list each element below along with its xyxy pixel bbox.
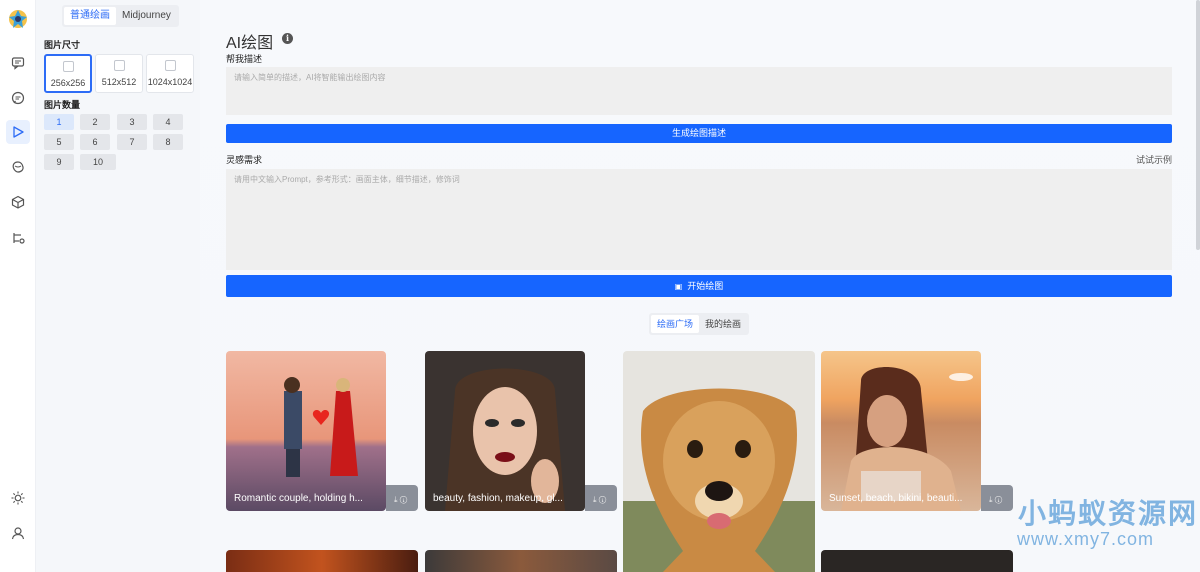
- size-option-label: 256x256: [50, 78, 86, 88]
- user-icon[interactable]: [6, 521, 30, 545]
- gallery-card[interactable]: [623, 351, 815, 572]
- count-option[interactable]: 7: [117, 134, 147, 150]
- count-option[interactable]: 2: [80, 114, 110, 130]
- size-option-256[interactable]: 256x256: [44, 54, 92, 93]
- caption-text: Romantic couple, holding h...: [234, 492, 363, 504]
- brain-icon[interactable]: [6, 155, 30, 179]
- count-label: 图片数量: [44, 100, 81, 110]
- tab-normal-draw[interactable]: 普通绘画: [64, 7, 116, 25]
- watermark-text: 小蚂蚁资源网: [1018, 498, 1199, 529]
- download-info-icons[interactable]: ⤓ ⓘ: [394, 495, 407, 504]
- count-option[interactable]: 5: [44, 134, 74, 150]
- app-logo-icon[interactable]: [7, 8, 29, 30]
- start-drawing-label: 开始绘图: [687, 281, 724, 291]
- card-caption: Romantic couple, holding h...: [226, 485, 386, 511]
- chat-icon[interactable]: [6, 51, 30, 75]
- draw-icon[interactable]: [6, 120, 30, 144]
- watermark-url: www.xmy7.com: [1017, 529, 1155, 549]
- size-checkbox[interactable]: [113, 60, 125, 71]
- tab-gallery-square[interactable]: 绘画广场: [651, 315, 700, 333]
- count-option[interactable]: 8: [153, 134, 183, 150]
- gallery-card[interactable]: [425, 550, 617, 572]
- tab-my-drawings[interactable]: 我的绘画: [699, 315, 747, 333]
- size-checkbox[interactable]: [62, 61, 74, 72]
- tab-midjourney[interactable]: Midjourney: [116, 7, 177, 25]
- prompt-input[interactable]: 请用中文输入Prompt，参考形式：画面主体，细节描述，修饰词: [226, 169, 1172, 270]
- size-option-label: 1024x1024: [147, 77, 193, 87]
- card-caption: beauty, fashion, makeup, gl...: [425, 485, 585, 511]
- help-describe-input[interactable]: 请输入简单的描述，AI将智能输出绘图内容: [226, 67, 1172, 115]
- flow-icon[interactable]: [6, 226, 30, 250]
- size-option-label: 512x512: [101, 77, 137, 87]
- download-info-icons[interactable]: ⤓ ⓘ: [989, 495, 1002, 504]
- generate-description-button[interactable]: 生成绘图描述: [226, 124, 1172, 143]
- size-option-512[interactable]: 512x512: [95, 54, 143, 93]
- count-option[interactable]: 4: [153, 114, 183, 130]
- count-option[interactable]: 10: [80, 154, 116, 170]
- gallery-card[interactable]: beauty, fashion, makeup, gl...: [425, 351, 585, 511]
- gallery-card[interactable]: [821, 550, 1013, 572]
- page-title: AI绘图: [226, 35, 274, 52]
- gallery-card[interactable]: Romantic couple, holding h...: [226, 351, 386, 511]
- size-label: 图片尺寸: [44, 40, 81, 50]
- size-checkbox[interactable]: [164, 60, 176, 71]
- card-action-icons[interactable]: ⤓ ⓘ: [585, 485, 617, 511]
- caption-text: Sunset, beach, bikini, beauti...: [829, 492, 963, 504]
- size-option-1024[interactable]: 1024x1024: [146, 54, 194, 93]
- gallery-card[interactable]: Sunset, beach, bikini, beauti...: [821, 351, 981, 511]
- start-drawing-button[interactable]: ▣ 开始绘图: [226, 275, 1172, 297]
- gallery-card[interactable]: [226, 550, 418, 572]
- card-action-icons[interactable]: ⤓ ⓘ: [981, 485, 1013, 511]
- try-example-link[interactable]: 试试示例: [1136, 153, 1172, 166]
- count-option[interactable]: 3: [117, 114, 147, 130]
- mode-tabs: 普通绘画 Midjourney: [62, 5, 179, 27]
- message-icon[interactable]: [6, 86, 30, 110]
- image-icon: ▣: [674, 282, 683, 291]
- scrollbar[interactable]: [1196, 0, 1200, 250]
- info-icon[interactable]: i: [282, 33, 293, 44]
- download-info-icons[interactable]: ⤓ ⓘ: [593, 495, 606, 504]
- help-label: 帮我描述: [226, 54, 263, 64]
- inspire-label: 灵感需求: [226, 155, 263, 165]
- card-action-icons[interactable]: ⤓ ⓘ: [386, 485, 418, 511]
- count-option[interactable]: 1: [44, 114, 74, 130]
- gallery-tabs: 绘画广场 我的绘画: [649, 313, 750, 335]
- dog-image: [623, 351, 815, 572]
- theme-icon[interactable]: [6, 486, 30, 510]
- icon-rail: [0, 0, 36, 572]
- cube-icon[interactable]: [6, 190, 30, 214]
- count-option[interactable]: 9: [44, 154, 74, 170]
- card-caption: Sunset, beach, bikini, beauti...: [821, 485, 981, 511]
- caption-text: beauty, fashion, makeup, gl...: [433, 492, 563, 504]
- count-option[interactable]: 6: [80, 134, 110, 150]
